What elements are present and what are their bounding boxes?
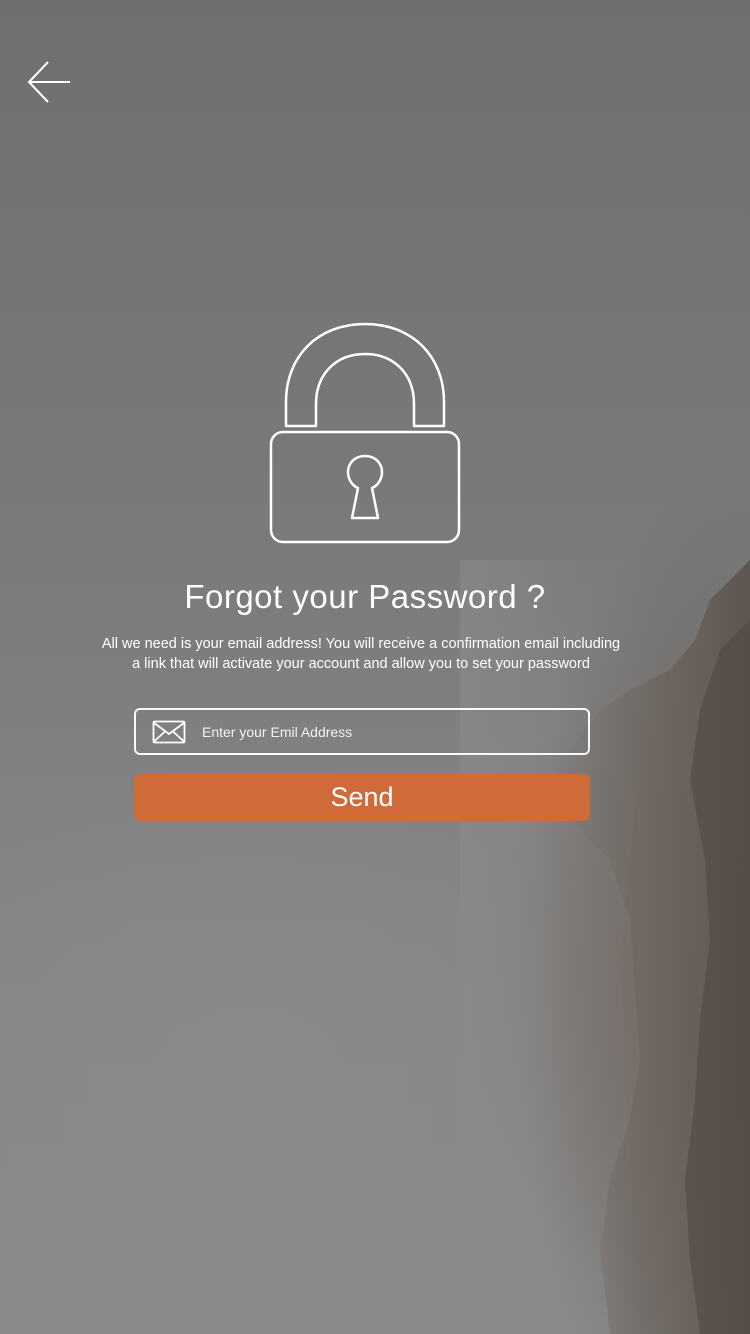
- envelope-icon: [152, 720, 186, 743]
- email-field[interactable]: [134, 708, 590, 755]
- instructions-line-2: a link that will activate your account a…: [132, 656, 590, 672]
- padlock-icon: [269, 322, 461, 544]
- instructions-line-1: All we need is your email address! You w…: [101, 636, 621, 652]
- page-title: Forgot your Password ?: [184, 578, 546, 615]
- email-input[interactable]: [202, 710, 588, 753]
- send-button[interactable]: Send: [134, 774, 590, 821]
- instructions-text: All we need is your email address! You w…: [75, 634, 647, 674]
- arrow-left-icon: [27, 61, 70, 103]
- back-button[interactable]: [26, 60, 74, 108]
